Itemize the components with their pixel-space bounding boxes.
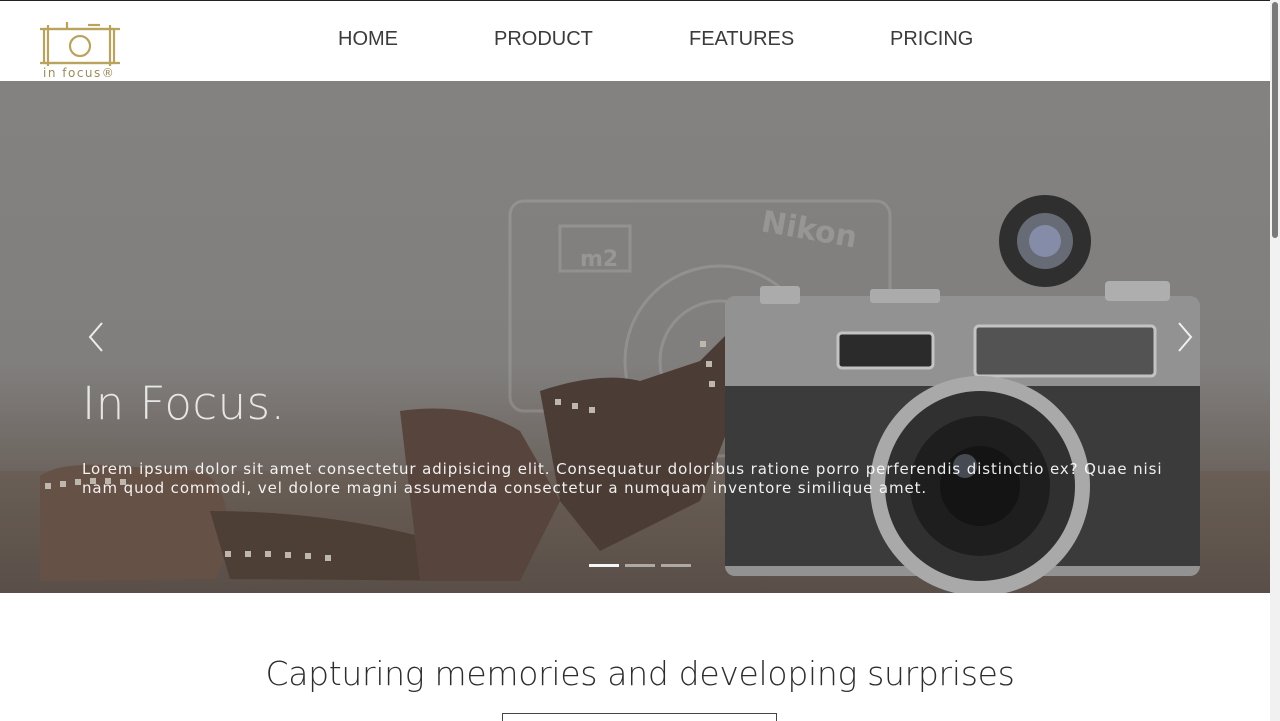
hero-carousel: Nikon m2 In Focus. Lorem ipsum dolor sit… <box>0 81 1270 593</box>
section-button[interactable] <box>502 713 777 721</box>
navbar: in focus® HOME PRODUCT FEATURES PRICING <box>0 0 1270 81</box>
carousel-next-button[interactable] <box>1169 319 1199 355</box>
hero-title: In Focus. <box>82 377 286 430</box>
carousel-indicator-2[interactable] <box>625 564 655 567</box>
brand-logo[interactable]: in focus® <box>40 21 120 81</box>
section-heading: Capturing memories and developing surpri… <box>265 654 1015 693</box>
page: in focus® HOME PRODUCT FEATURES PRICING … <box>0 0 1280 721</box>
page-scrollbar[interactable] <box>1270 0 1280 721</box>
carousel-prev-button[interactable] <box>82 319 112 355</box>
camera-logo-icon <box>40 22 120 67</box>
chevron-right-icon <box>1178 322 1193 352</box>
hero-overlay <box>0 81 1270 593</box>
brand-name: in focus® <box>43 66 116 80</box>
nav-features[interactable]: FEATURES <box>689 28 794 51</box>
carousel-indicator-1[interactable] <box>589 564 619 567</box>
hero-caption: Lorem ipsum dolor sit amet consectetur a… <box>82 460 1163 497</box>
carousel-indicator-3[interactable] <box>661 564 691 567</box>
scrollbar-thumb[interactable] <box>1272 2 1278 238</box>
nav-product[interactable]: PRODUCT <box>494 28 593 51</box>
nav-home[interactable]: HOME <box>338 28 398 51</box>
nav-pricing[interactable]: PRICING <box>890 28 973 51</box>
chevron-left-icon <box>88 322 103 352</box>
